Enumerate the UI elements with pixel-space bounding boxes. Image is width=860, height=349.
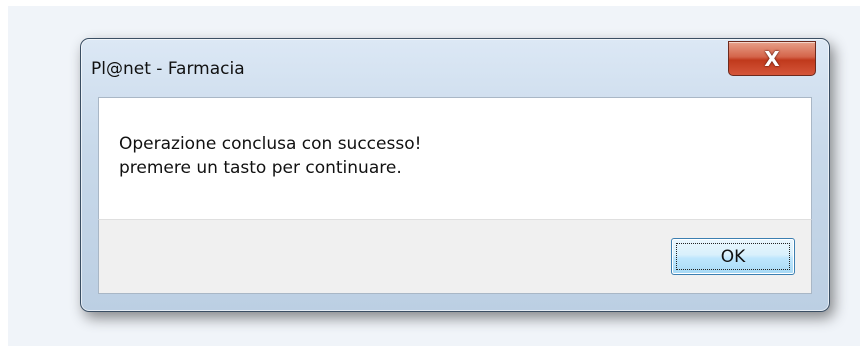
message-area: Operazione conclusa con successo! premer… <box>98 97 812 219</box>
ok-button[interactable]: OK <box>671 238 795 275</box>
window-title: Pl@net - Farmacia <box>91 59 245 79</box>
close-icon: X <box>764 46 780 71</box>
close-button[interactable]: X <box>728 41 816 76</box>
message-dialog: Pl@net - Farmacia X Operazione conclusa … <box>80 38 830 312</box>
message-line-1: Operazione conclusa con successo! <box>119 134 422 154</box>
title-bar[interactable]: Pl@net - Farmacia X <box>81 39 829 95</box>
message-line-2: premere un tasto per continuare. <box>119 158 402 178</box>
message-text: Operazione conclusa con successo! premer… <box>119 132 421 180</box>
button-bar: OK <box>98 219 812 294</box>
ok-button-label: OK <box>720 246 746 267</box>
